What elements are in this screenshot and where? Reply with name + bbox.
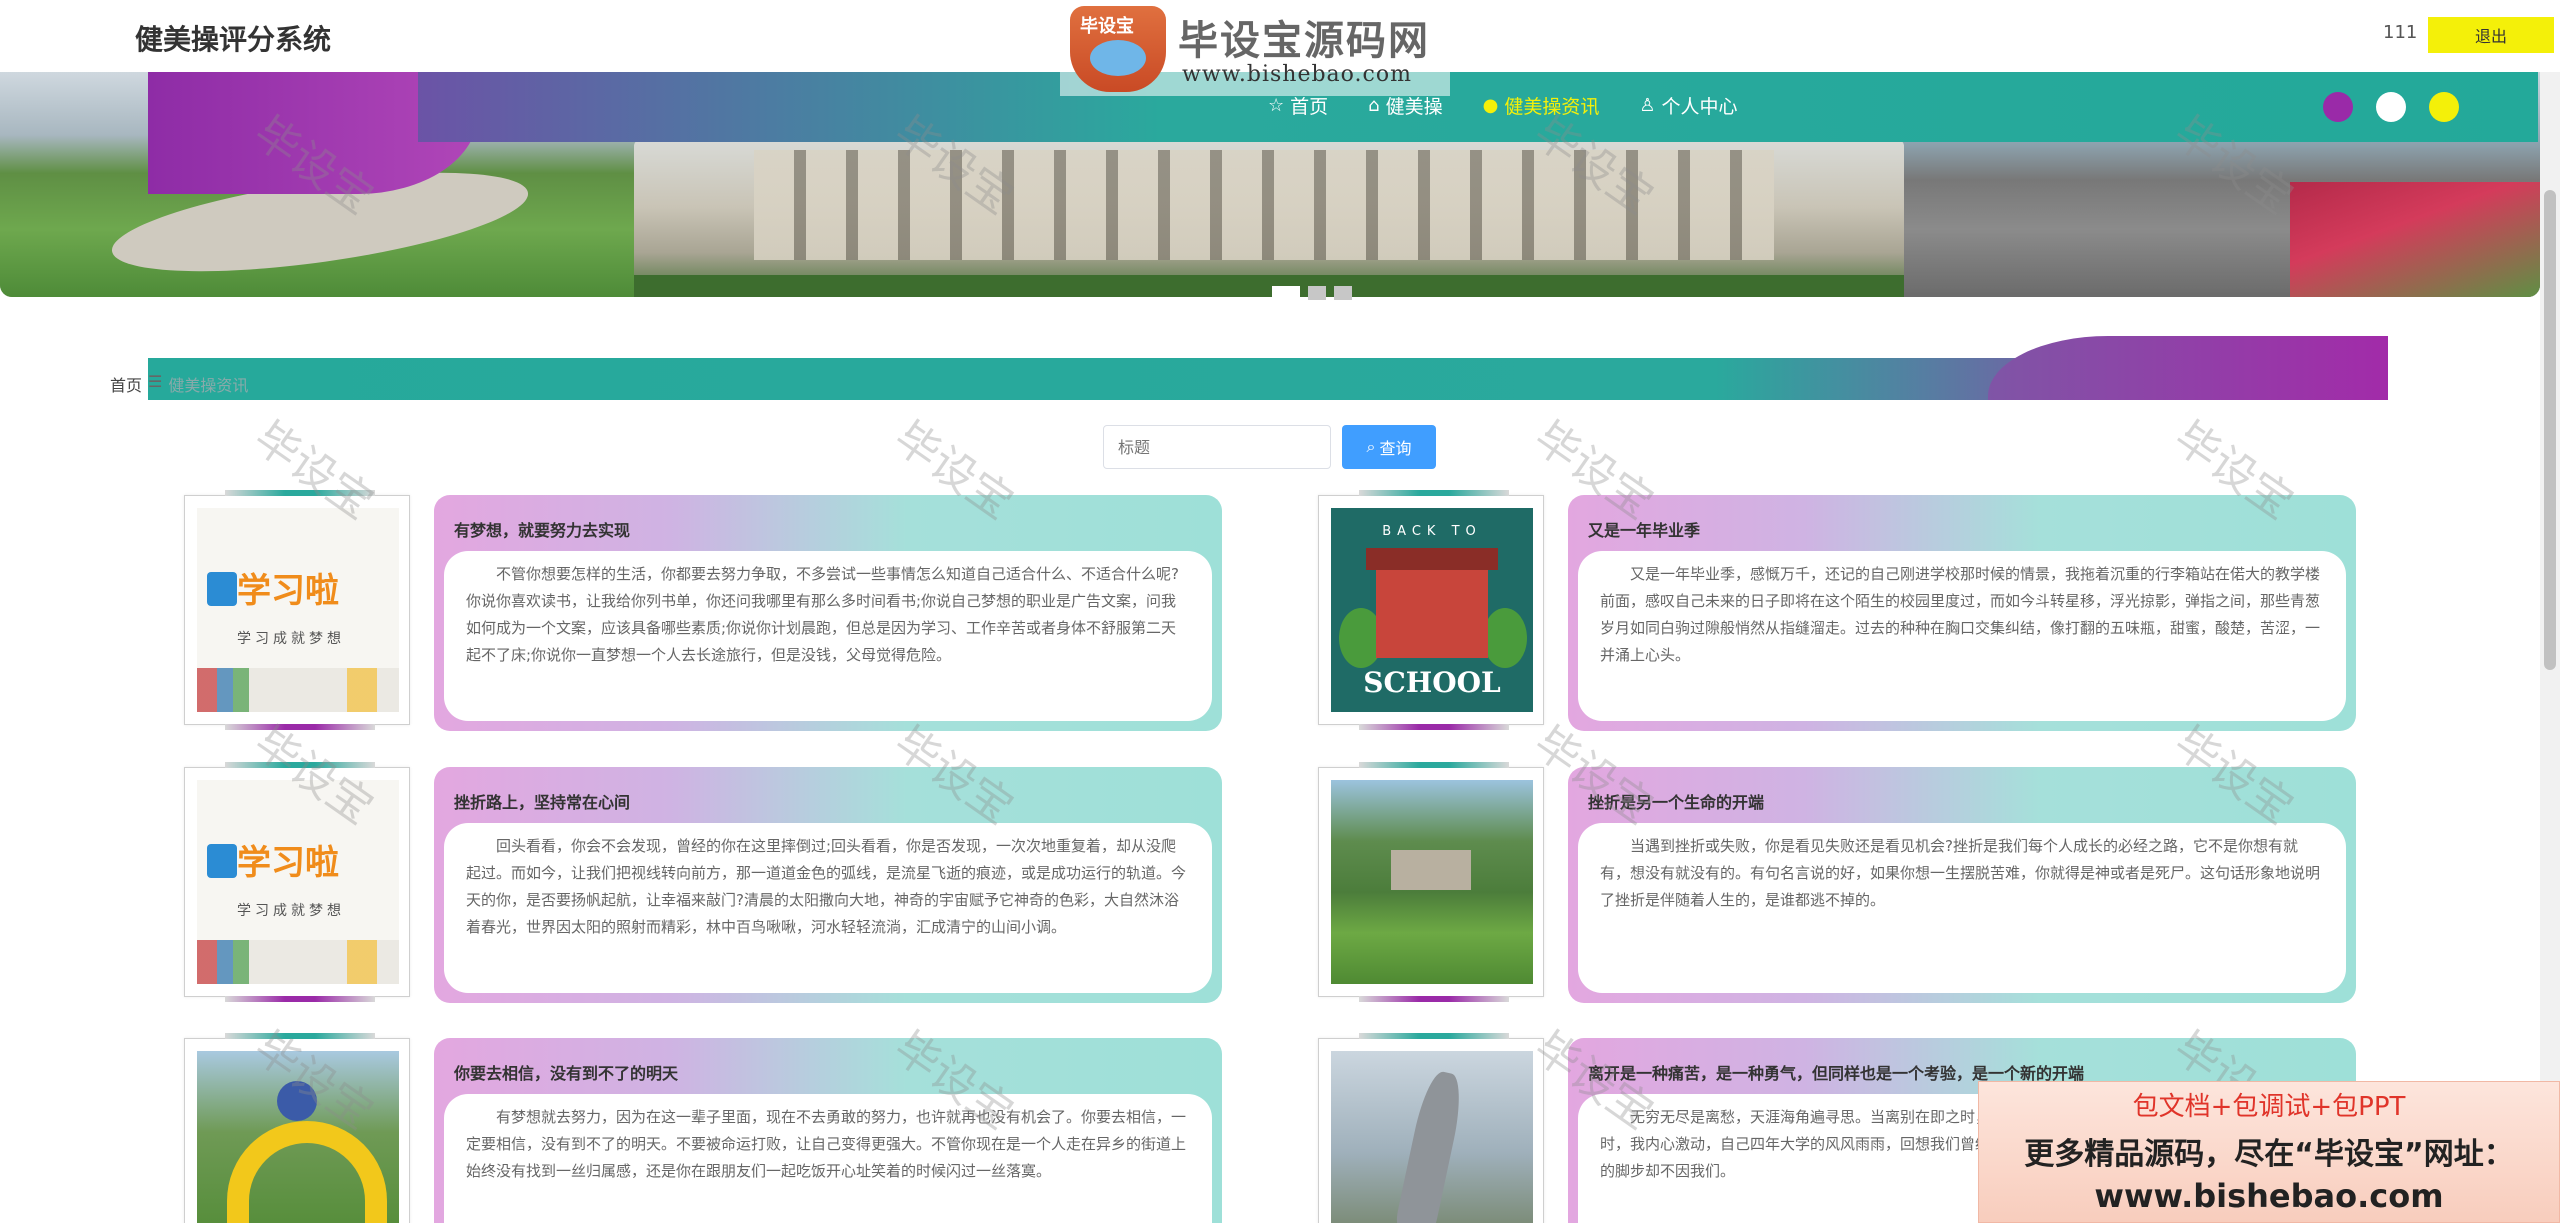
article-thumbnail[interactable]: 学习啦 学习成就梦想 (197, 780, 399, 984)
promo-line-3: www.bishebao.com (2094, 1177, 2444, 1215)
theme-yellow-button[interactable] (2429, 92, 2459, 122)
site-logo-watermark: 毕设宝 毕设宝源码网 www.bishebao.com (1060, 0, 1450, 100)
thumbnail-caption-bottom: SCHOOL (1363, 666, 1501, 699)
article-thumbnail[interactable]: 学习啦 学习成就梦想 (197, 508, 399, 712)
book-icon (207, 572, 237, 606)
logo-badge-text: 毕设宝 (1080, 16, 1134, 37)
news-icon: ● (1482, 95, 1499, 116)
article-title[interactable]: 挫折是另一个生命的开端 (1588, 789, 1764, 813)
article-card[interactable]: 学习啦 学习成就梦想 挫折路上，坚持常在心间 回头看看，你会不会发现，曾经的你在… (184, 762, 1234, 1007)
user-icon: ♙ (1639, 95, 1656, 116)
article-summary-box: 不管你想要怎样的生活，你都要去努力争取，不多尝试一些事情怎么知道自己适合什么、不… (444, 551, 1212, 721)
breadcrumb-decoration (1988, 336, 2388, 400)
site-title: 健美操评分系统 (135, 23, 332, 56)
breadcrumb-separator-icon: ☰ (148, 372, 163, 391)
scrollbar-thumb[interactable] (2544, 190, 2556, 670)
search-button[interactable]: ⌕ 查询 (1342, 425, 1436, 469)
promo-line-1: 包文档+包调试+包PPT (2132, 1092, 2406, 1122)
article-summary-box: 又是一年毕业季，感慨万千，还记的自己刚进学校那时候的情景，我拖着沉重的行李箱站在… (1578, 551, 2346, 721)
search-button-label: 查询 (1379, 439, 1412, 458)
article-title[interactable]: 又是一年毕业季 (1588, 517, 1700, 541)
slide-hedge (634, 275, 1904, 297)
search-input[interactable] (1103, 425, 1331, 469)
promo-banner: 包文档+包调试+包PPT 更多精品源码，尽在“毕设宝”网址： www.bishe… (1978, 1081, 2560, 1223)
article-thumbnail-frame (1318, 1033, 1544, 1223)
thumbnail-books (197, 940, 399, 984)
theme-purple-button[interactable] (2323, 92, 2353, 122)
page: › ☆ 首页 ⌂ 健美操 ● 健美操资讯 ♙ 个人中心 (0, 0, 2560, 1223)
nav-bar: ☆ 首页 ⌂ 健美操 ● 健美操资讯 ♙ 个人中心 (418, 72, 2538, 142)
carousel-dot[interactable] (1308, 286, 1326, 300)
article-thumbnail-frame (184, 1033, 410, 1223)
article-card[interactable]: 学习啦 学习成就梦想 有梦想，就要努力去实现 不管你想要怎样的生活，你都要去努力… (184, 490, 1234, 735)
thumbnail-logo: 学习啦 (237, 843, 339, 883)
thumbnail-building (1391, 850, 1471, 890)
promo-line-2: 更多精品源码，尽在“毕设宝”网址： (2024, 1137, 2514, 1172)
article-content: 又是一年毕业季 又是一年毕业季，感慨万千，还记的自己刚进学校那时候的情景，我拖着… (1568, 495, 2356, 731)
article-title[interactable]: 有梦想，就要努力去实现 (454, 517, 630, 541)
slide-building (754, 150, 1774, 260)
tree-icon (1483, 608, 1527, 668)
search-icon: ⌕ (1366, 437, 1376, 456)
thumbnail-sculpture (227, 1121, 387, 1223)
article-content: 挫折是另一个生命的开端 当遇到挫折或失败，你是看见失败还是看见机会?挫折是我们每… (1568, 767, 2356, 1003)
logo-brand: 毕设宝源码网 (1178, 18, 1430, 64)
article-summary-box: 当遇到挫折或失败，你是看见失败还是看见机会?挫折是我们每个人成长的必经之路，它不… (1578, 823, 2346, 993)
nav-item-news[interactable]: ● 健美操资讯 (1483, 92, 1600, 119)
banner-flowers (2290, 182, 2540, 297)
article-summary-box: 有梦想就去努力，因为在这一辈子里面，现在不去勇敢的努力，也许就再也没有机会了。你… (444, 1094, 1212, 1223)
thumbnail-books (197, 668, 399, 712)
carousel-dot[interactable] (1272, 286, 1300, 300)
carousel-indicators (1272, 286, 1352, 300)
logo-face-icon (1090, 40, 1146, 76)
breadcrumb-home[interactable]: 首页 (110, 372, 142, 396)
article-card[interactable]: 挫折是另一个生命的开端 当遇到挫折或失败，你是看见失败还是看见机会?挫折是我们每… (1318, 762, 2368, 1007)
article-thumbnail-frame (1318, 762, 1544, 1002)
thumbnail-sculpture (1394, 1068, 1468, 1223)
article-summary-box: 回头看看，你会不会发现，曾经的你在这里摔倒过;回头看看，你是否发现，一次次地重复… (444, 823, 1212, 993)
article-thumbnail[interactable] (1331, 780, 1533, 984)
article-content: 挫折路上，坚持常在心间 回头看看，你会不会发现，曾经的你在这里摔倒过;回头看看，… (434, 767, 1222, 1003)
thumbnail-logo-sub: 学习成就梦想 (237, 903, 345, 919)
breadcrumb-strip (148, 336, 2388, 400)
article-summary: 有梦想就去努力，因为在这一辈子里面，现在不去勇敢的努力，也许就再也没有机会了。你… (466, 1108, 1187, 1180)
cyclist-icon (277, 1081, 317, 1121)
article-title[interactable]: 挫折路上，坚持常在心间 (454, 789, 630, 813)
theme-white-button[interactable] (2376, 92, 2406, 122)
thumbnail-caption-top: BACK TO (1382, 524, 1482, 539)
article-thumbnail-frame: BACK TO SCHOOL (1318, 490, 1544, 730)
book-icon (207, 844, 237, 878)
thumbnail-logo: 学习啦 (237, 571, 339, 611)
article-thumbnail[interactable] (1331, 1051, 1533, 1223)
logo-url: www.bishebao.com (1182, 62, 1412, 87)
nav-item-label: 健美操资讯 (1504, 96, 1600, 118)
carousel-dot[interactable] (1334, 286, 1352, 300)
article-thumbnail[interactable] (197, 1051, 399, 1223)
banner-center-slide (634, 140, 1904, 297)
article-summary: 回头看看，你会不会发现，曾经的你在这里摔倒过;回头看看，你是否发现，一次次地重复… (466, 837, 1187, 936)
article-content: 你要去相信，没有到不了的明天 有梦想就去努力，因为在这一辈子里面，现在不去勇敢的… (434, 1038, 1222, 1223)
breadcrumb-current: 健美操资讯 (168, 376, 249, 395)
nav-item-label: 个人中心 (1661, 96, 1738, 118)
article-thumbnail-frame: 学习啦 学习成就梦想 (184, 490, 410, 730)
article-card[interactable]: BACK TO SCHOOL 又是一年毕业季 又是一年毕业季，感慨万千，还记的自… (1318, 490, 2368, 735)
article-thumbnail-frame: 学习啦 学习成就梦想 (184, 762, 410, 1002)
thumbnail-logo-sub: 学习成就梦想 (237, 631, 345, 647)
article-thumbnail[interactable]: BACK TO SCHOOL (1331, 508, 1533, 712)
article-summary: 不管你想要怎样的生活，你都要去努力争取，不多尝试一些事情怎么知道自己适合什么、不… (466, 565, 1179, 664)
article-summary: 当遇到挫折或失败，你是看见失败还是看见机会?挫折是我们每个人成长的必经之路，它不… (1600, 837, 2321, 909)
article-card[interactable]: 你要去相信，没有到不了的明天 有梦想就去努力，因为在这一辈子里面，现在不去勇敢的… (184, 1033, 1234, 1223)
nav-item-profile[interactable]: ♙ 个人中心 (1639, 92, 1737, 119)
breadcrumb: 首页 ☰ 健美操资讯 (110, 372, 248, 396)
user-name: 111 (2383, 22, 2418, 43)
article-title[interactable]: 你要去相信，没有到不了的明天 (454, 1060, 678, 1084)
logout-button[interactable]: 退出 (2428, 17, 2554, 53)
article-summary: 又是一年毕业季，感慨万千，还记的自己刚进学校那时候的情景，我拖着沉重的行李箱站在… (1600, 565, 2321, 664)
school-building-icon (1366, 548, 1498, 658)
article-content: 有梦想，就要努力去实现 不管你想要怎样的生活，你都要去努力争取，不多尝试一些事情… (434, 495, 1222, 731)
